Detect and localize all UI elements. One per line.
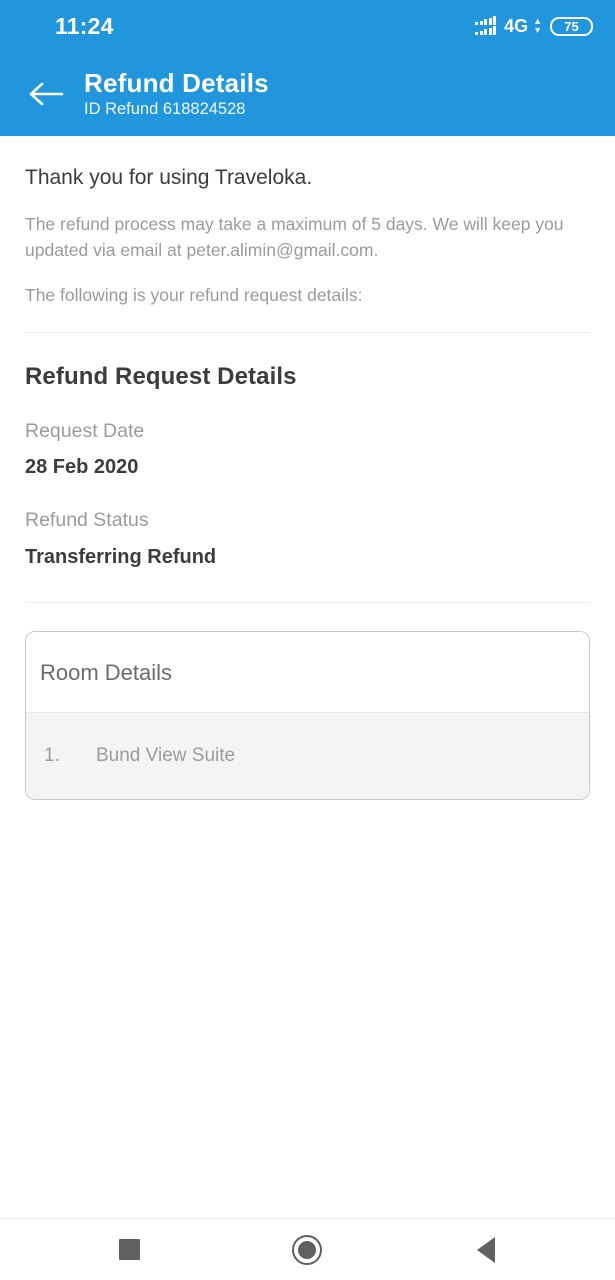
section-title: Refund Request Details — [25, 362, 297, 390]
triangle-back-icon[interactable] — [450, 1226, 522, 1274]
field-label: Request Date — [25, 419, 145, 442]
battery-icon: 75 — [550, 16, 593, 36]
room-name: Bund View Suite — [96, 745, 236, 767]
status-bar-icons: 4G ▲ ▼ 75 — [475, 16, 593, 37]
room-details-card-header: Room Details — [26, 631, 589, 713]
field-request-date: Request Date 28 Feb 2020 — [25, 419, 590, 480]
intro-block: Thank you for using Traveloka. The refun… — [25, 136, 590, 308]
status-badge: Transferring Refund — [25, 545, 217, 568]
refund-request-section: Refund Request Details Request Date 28 F… — [25, 333, 590, 602]
circle-home-icon[interactable] — [271, 1226, 343, 1274]
divider-bottom — [25, 601, 590, 603]
list-item: 1. Bund View Suite — [26, 713, 589, 799]
app-bar-titles: Refund Details ID Refund 618824528 — [84, 67, 269, 120]
room-list: 1. Bund View Suite — [26, 712, 589, 800]
content-area: Thank you for using Traveloka. The refun… — [0, 136, 615, 1218]
status-bar-clock: 11:24 — [55, 12, 114, 39]
battery-level-label: 75 — [564, 18, 579, 34]
field-label: Refund Status — [25, 509, 149, 532]
back-arrow-icon[interactable] — [26, 74, 66, 114]
status-bar: 11:24 4G ▲ ▼ 75 — [0, 0, 615, 52]
details-intro-note: The following is your refund request det… — [25, 284, 363, 305]
thank-you-heading: Thank you for using Traveloka. — [25, 166, 313, 189]
page-title: Refund Details — [84, 67, 269, 98]
field-value: 28 Feb 2020 — [25, 456, 139, 479]
network-type-label: 4G — [504, 15, 529, 36]
page-subtitle: ID Refund 618824528 — [84, 99, 246, 118]
refund-process-note: The refund process may take a maximum of… — [25, 214, 564, 260]
room-details-card: Room Details 1. Bund View Suite — [25, 630, 590, 801]
signal-bars-dual-icon — [475, 16, 497, 35]
square-recents-icon[interactable] — [93, 1226, 165, 1274]
app-bar: Refund Details ID Refund 618824528 — [0, 52, 615, 136]
field-refund-status: Refund Status Transferring Refund — [25, 508, 590, 569]
room-index: 1. — [44, 745, 60, 767]
data-transfer-arrows-icon: ▲ ▼ — [533, 16, 542, 35]
android-navigation-bar — [0, 1218, 615, 1280]
phone-screen: 11:24 4G ▲ ▼ 75 Refund Details ID Refund … — [0, 0, 615, 1280]
room-details-title: Room Details — [40, 659, 173, 685]
